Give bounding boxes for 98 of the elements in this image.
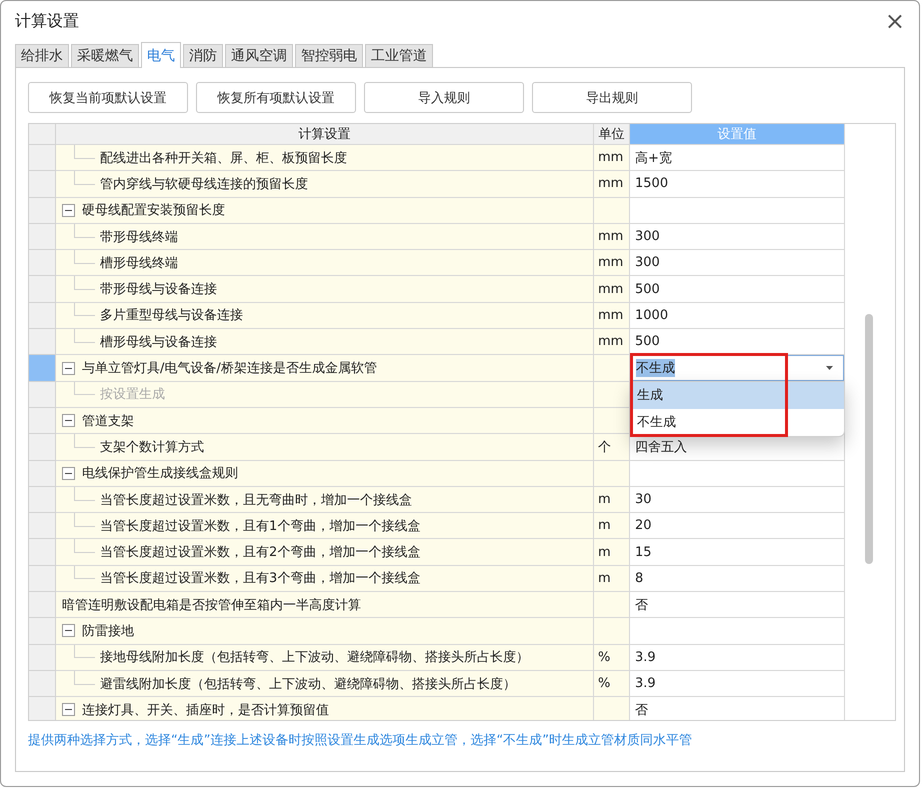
- row-header[interactable]: [29, 408, 56, 434]
- column-header[interactable]: 单位: [594, 124, 630, 145]
- setting-name: 配线进出各种开关箱、屏、柜、板预留长度: [100, 150, 347, 167]
- tab[interactable]: 给排水: [15, 44, 69, 67]
- action-button[interactable]: 导入规则: [364, 82, 524, 113]
- setting-name: 暗管连明敷设配电箱是否按管伸至箱内一半高度计算: [62, 596, 361, 614]
- row-header[interactable]: [29, 302, 56, 330]
- tab[interactable]: 消防: [183, 44, 223, 67]
- row-header[interactable]: [29, 644, 56, 671]
- setting-name: 支架个数计算方式: [100, 438, 204, 456]
- value-cell[interactable]: 8: [630, 566, 845, 592]
- value-cell[interactable]: 1500: [630, 171, 845, 198]
- row-header[interactable]: [29, 486, 56, 514]
- row-header[interactable]: [29, 198, 56, 224]
- row-header[interactable]: [29, 355, 56, 382]
- unit-cell: %: [594, 670, 630, 698]
- value-cell[interactable]: 15: [630, 539, 845, 566]
- row-header[interactable]: [29, 618, 56, 645]
- collapse-icon[interactable]: [62, 466, 75, 480]
- unit-cell: %: [594, 644, 630, 671]
- action-button[interactable]: 恢复当前项默认设置: [28, 82, 188, 113]
- unit-cell: mm: [594, 171, 630, 198]
- unit-cell: mm: [594, 224, 630, 250]
- unit-cell: m: [594, 513, 630, 540]
- unit-cell: m: [594, 566, 630, 592]
- setting-name: 当管长度超过设置米数，且无弯曲时，增加一个接线盒: [100, 492, 412, 508]
- scrollbar-thumb[interactable]: [865, 314, 873, 564]
- tab[interactable]: 电气: [141, 42, 181, 68]
- setting-name: 管内穿线与软硬母线连接的预留长度: [100, 176, 308, 193]
- unit-cell: m: [594, 539, 630, 566]
- value-cell[interactable]: [630, 618, 845, 645]
- collapse-icon[interactable]: [62, 624, 75, 638]
- row-header[interactable]: [29, 513, 56, 540]
- row-header[interactable]: [29, 171, 56, 198]
- unit-cell: 个: [594, 434, 630, 461]
- window-title: 计算设置: [15, 10, 79, 32]
- value-cell[interactable]: 30: [630, 486, 845, 514]
- row-header[interactable]: [29, 592, 56, 618]
- setting-name: 槽形母线终端: [100, 254, 178, 272]
- setting-name: 按设置生成: [100, 386, 165, 404]
- row-header[interactable]: [29, 224, 56, 250]
- setting-name: 连接灯具、开关、插座时，是否计算预留值: [82, 702, 329, 719]
- setting-name: 避雷线附加长度（包括转弯、上下波动、避绕障碍物、搭接头所占长度）: [100, 676, 516, 693]
- tab[interactable]: 通风空调: [225, 44, 293, 67]
- value-cell[interactable]: [630, 198, 845, 224]
- row-header[interactable]: [29, 145, 56, 172]
- setting-name: 接地母线附加长度（包括转弯、上下波动、避绕障碍物、搭接头所占长度）: [100, 649, 529, 666]
- tab[interactable]: 采暖燃气: [71, 44, 139, 67]
- value-cell[interactable]: 1000: [630, 302, 845, 330]
- unit-cell: mm: [594, 302, 630, 330]
- unit-cell: mm: [594, 329, 630, 356]
- setting-name: 当管长度超过设置米数，且有3个弯曲，增加一个接线盒: [100, 570, 420, 588]
- value-cell[interactable]: 300: [630, 224, 845, 250]
- hint-text: 提供两种选择方式，选择“生成”连接上述设备时按照设置生成选项生成立管，选择“不生成”时生成立管材质同水平管: [28, 732, 693, 749]
- setting-name: 硬母线配置安装预留长度: [82, 202, 225, 220]
- action-button[interactable]: 导出规则: [532, 82, 692, 113]
- value-cell[interactable]: 20: [630, 513, 845, 540]
- setting-name: 防雷接地: [82, 622, 134, 640]
- close-button[interactable]: ×: [880, 9, 909, 33]
- caret-icon: [826, 366, 833, 370]
- unit-cell: mm: [594, 276, 630, 303]
- setting-name: 当管长度超过设置米数，且有2个弯曲，增加一个接线盒: [100, 544, 420, 562]
- row-header[interactable]: [29, 670, 56, 698]
- setting-name: 槽形母线与设备连接: [100, 334, 217, 351]
- value-cell[interactable]: 3.9: [630, 644, 845, 671]
- row-header[interactable]: [29, 697, 56, 720]
- collapse-icon[interactable]: [62, 204, 75, 217]
- collapse-icon[interactable]: [62, 362, 75, 375]
- action-button[interactable]: 恢复所有项默认设置: [196, 82, 356, 113]
- unit-cell: mm: [594, 250, 630, 276]
- setting-name: 电线保护管生成接线盒规则: [82, 465, 238, 482]
- collapse-icon[interactable]: [62, 703, 75, 716]
- row-header[interactable]: [29, 460, 56, 487]
- row-header[interactable]: [29, 539, 56, 566]
- setting-name: 当管长度超过设置米数，且有1个弯曲，增加一个接线盒: [100, 518, 420, 535]
- value-cell[interactable]: 500: [630, 276, 845, 303]
- row-header[interactable]: [29, 250, 56, 276]
- value-cell[interactable]: 3.9: [630, 670, 845, 698]
- column-header[interactable]: 计算设置: [56, 124, 594, 145]
- dropdown-option[interactable]: 生成: [632, 382, 844, 410]
- unit-cell: mm: [594, 145, 630, 172]
- row-header[interactable]: [29, 276, 56, 303]
- setting-name: 多片重型母线与设备连接: [100, 307, 243, 324]
- row-header[interactable]: [29, 329, 56, 356]
- value-cell[interactable]: 300: [630, 250, 845, 276]
- tab[interactable]: 工业管道: [365, 44, 433, 67]
- setting-name: 带形母线终端: [100, 228, 178, 246]
- value-cell[interactable]: 否: [630, 592, 845, 618]
- row-header[interactable]: [29, 434, 56, 461]
- collapse-icon[interactable]: [62, 414, 75, 428]
- setting-name: 与单立管灯具/电气设备/桥架连接是否生成金属软管: [82, 360, 377, 378]
- setting-name: 带形母线与设备连接: [100, 281, 217, 298]
- value-cell[interactable]: [630, 460, 845, 487]
- setting-name: 管道支架: [82, 412, 134, 430]
- value-cell[interactable]: 高+宽: [630, 145, 845, 172]
- unit-cell: m: [594, 486, 630, 514]
- tab[interactable]: 智控弱电: [295, 44, 363, 67]
- row-header[interactable]: [29, 566, 56, 592]
